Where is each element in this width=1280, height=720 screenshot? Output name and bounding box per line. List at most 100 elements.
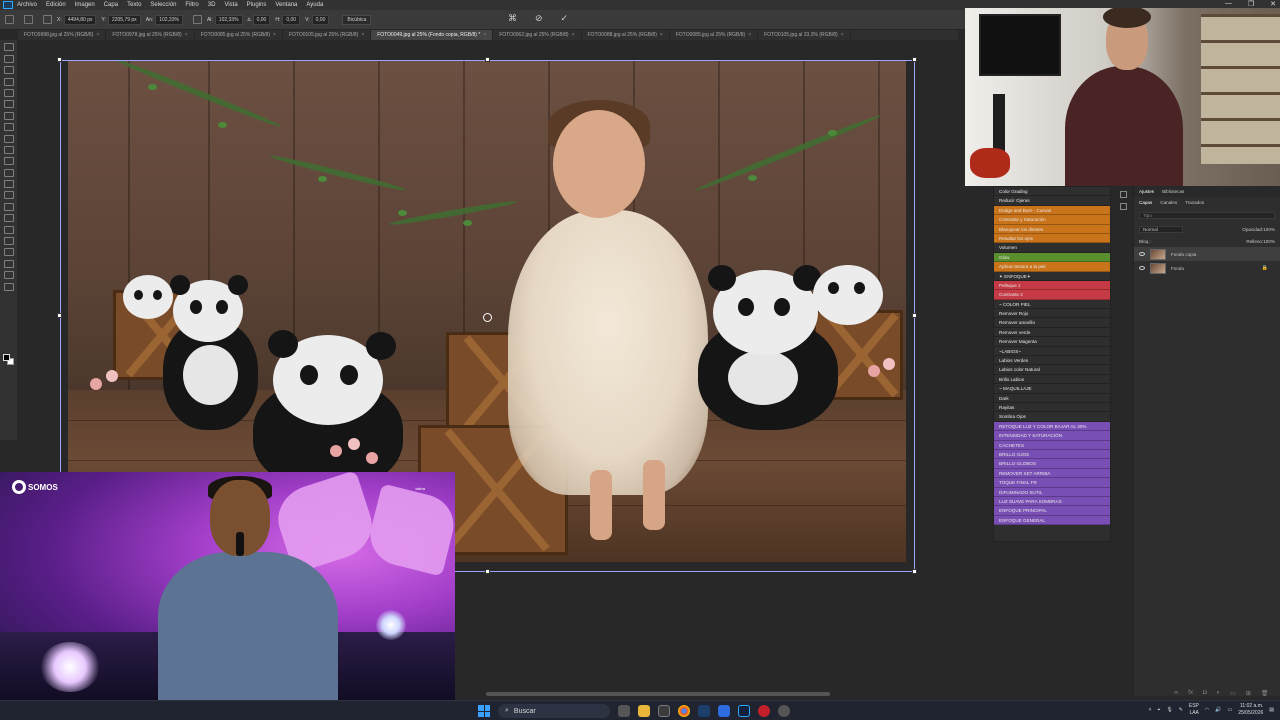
battery-icon[interactable]: ▭: [1228, 707, 1233, 713]
menu-archivo[interactable]: Archivo: [17, 2, 37, 8]
quick-select-tool-icon[interactable]: [3, 77, 14, 86]
mask-icon[interactable]: ◘: [1203, 690, 1207, 697]
tab-trazados[interactable]: Trazados: [1185, 200, 1204, 205]
action-item[interactable]: Rayitas: [994, 402, 1110, 413]
close-tab-icon[interactable]: ×: [483, 32, 486, 38]
action-item[interactable]: BRILLO GLOBOS: [994, 459, 1110, 469]
notifications-icon[interactable]: ▤: [1269, 707, 1274, 713]
volume-icon[interactable]: 🔊: [1215, 707, 1221, 713]
menu-filtro[interactable]: Filtro: [185, 2, 198, 8]
zoom-tool-icon[interactable]: [3, 271, 14, 280]
tab-bibliotecas[interactable]: Bibliotecas: [1162, 189, 1184, 194]
delete-layer-icon[interactable]: 🗑: [1261, 690, 1269, 697]
taskbar-search[interactable]: ⌕ Buscar: [498, 704, 610, 718]
lightroom-icon[interactable]: [698, 705, 710, 717]
action-item[interactable]: Reducir Ojeras: [994, 196, 1110, 206]
y-input[interactable]: 2205,79 px: [107, 14, 141, 25]
document-tab[interactable]: FOTO0062.jpg al 25% (RGB/8) ×: [493, 30, 582, 40]
tab-canales[interactable]: Canales: [1160, 200, 1177, 205]
document-tab[interactable]: FOTO0088.jpg al 25% (RGB/8) ×: [582, 30, 670, 40]
action-item[interactable]: BRILLO OJOS: [994, 449, 1110, 460]
action-item[interactable]: Pelisque 1: [994, 280, 1110, 291]
chrome-icon[interactable]: [678, 705, 690, 717]
action-item[interactable]: ~ COLOR PIEL: [994, 299, 1110, 310]
visibility-eye-icon[interactable]: [1139, 252, 1145, 256]
fill-value[interactable]: 100%: [1263, 239, 1275, 244]
action-item[interactable]: Sombra Ojos: [994, 412, 1110, 422]
document-tab[interactable]: FOTO0105.jpg al 25% (RGB/8) ×: [283, 30, 372, 40]
adjustment-icon[interactable]: ◐: [1217, 690, 1221, 697]
opacity-value[interactable]: 100%: [1263, 227, 1275, 232]
menu-vista[interactable]: Vista: [224, 2, 237, 8]
chevron-up-icon[interactable]: ˄: [1149, 707, 1152, 713]
action-item[interactable]: Remover verde: [994, 327, 1110, 338]
menu-seleccion[interactable]: Selección: [150, 2, 176, 8]
menu-imagen[interactable]: Imagen: [75, 2, 95, 8]
link-layers-icon[interactable]: ∞: [1174, 690, 1178, 697]
edit-toolbar-icon[interactable]: [3, 282, 14, 291]
store-icon[interactable]: [658, 705, 670, 717]
action-item[interactable]: DIFUMINADO SUTIL: [994, 487, 1110, 497]
action-item[interactable]: Blanquear los dientes: [994, 224, 1110, 234]
warp-icon[interactable]: ⌘: [508, 13, 517, 24]
transform-handle-l[interactable]: [57, 313, 62, 318]
blur-tool-icon[interactable]: [3, 191, 14, 200]
crop-tool-icon[interactable]: [3, 88, 14, 97]
healing-brush-tool-icon[interactable]: [3, 123, 14, 132]
opera-icon[interactable]: [758, 705, 770, 717]
close-tab-icon[interactable]: ×: [572, 32, 575, 38]
type-tool-icon[interactable]: [3, 225, 14, 234]
photoshop-taskbar-icon[interactable]: [738, 705, 750, 717]
action-item[interactable]: Resaltar los ojos: [994, 233, 1110, 244]
task-view-icon[interactable]: [618, 705, 630, 717]
gradient-tool-icon[interactable]: [3, 180, 14, 189]
tab-ajustes[interactable]: Ajustes: [1139, 189, 1154, 194]
height-input[interactable]: 102,33%: [214, 14, 243, 25]
transform-handle-b[interactable]: [485, 569, 490, 574]
language-indicator[interactable]: ESP LAA: [1189, 703, 1199, 717]
clock[interactable]: 11:02 a.m. 25/05/2026: [1238, 703, 1263, 717]
close-tab-icon[interactable]: ×: [660, 32, 663, 38]
transform-handle-t[interactable]: [485, 57, 490, 62]
action-item[interactable]: CACHETES: [994, 440, 1110, 450]
frame-tool-icon[interactable]: [3, 100, 14, 109]
action-item[interactable]: Volumen: [994, 243, 1110, 253]
transform-handle-br[interactable]: [912, 569, 917, 574]
reference-point-crosshair-icon[interactable]: [483, 313, 492, 322]
action-item[interactable]: Remover amarillo: [994, 318, 1110, 328]
marquee-tool-icon[interactable]: [3, 54, 14, 63]
eyedropper-tool-icon[interactable]: [3, 111, 14, 120]
action-item[interactable]: Contraste y Saturación: [994, 215, 1110, 225]
home-icon[interactable]: [5, 15, 14, 24]
action-item[interactable]: ~LABIOS~: [994, 346, 1110, 357]
menu-ayuda[interactable]: Ayuda: [306, 2, 323, 8]
cancel-transform-icon[interactable]: ⊘: [535, 13, 543, 24]
lasso-tool-icon[interactable]: [3, 66, 14, 75]
file-explorer-icon[interactable]: [638, 705, 650, 717]
menu-plugins[interactable]: Plugins: [247, 2, 267, 8]
interpolation-select[interactable]: Bicúbica: [342, 14, 372, 25]
history-brush-tool-icon[interactable]: [3, 157, 14, 166]
blend-mode-select[interactable]: Normal: [1139, 225, 1183, 233]
brush-tool-icon[interactable]: [3, 134, 14, 143]
location-icon[interactable]: ⌖: [1157, 707, 1160, 713]
layer-row-fondo[interactable]: Fondo 🔒: [1134, 261, 1280, 275]
action-item[interactable]: Dark: [994, 393, 1110, 403]
action-item[interactable]: Brillo Labios: [994, 374, 1110, 385]
document-tab[interactable]: FOTO0085.jpg al 25% (RGB/8) ×: [195, 30, 283, 40]
link-icon[interactable]: [192, 15, 202, 24]
horizontal-scrollbar[interactable]: [486, 692, 830, 696]
hand-tool-icon[interactable]: [3, 259, 14, 268]
action-item[interactable]: Color Grading: [994, 187, 1110, 197]
layer-row-fondo-copia[interactable]: Fondo copia: [1134, 247, 1280, 261]
wifi-icon[interactable]: ◠: [1205, 707, 1209, 713]
menu-edicion[interactable]: Edición: [46, 2, 66, 8]
dodge-tool-icon[interactable]: [3, 202, 14, 211]
clone-stamp-tool-icon[interactable]: [3, 145, 14, 154]
transform-handle-tr[interactable]: [912, 57, 917, 62]
reference-point-icon[interactable]: [43, 15, 52, 24]
v-skew-input[interactable]: 0,00: [311, 14, 330, 25]
rectangle-tool-icon[interactable]: [3, 248, 14, 257]
transform-handle-tl[interactable]: [57, 57, 62, 62]
menu-texto[interactable]: Texto: [127, 2, 141, 8]
